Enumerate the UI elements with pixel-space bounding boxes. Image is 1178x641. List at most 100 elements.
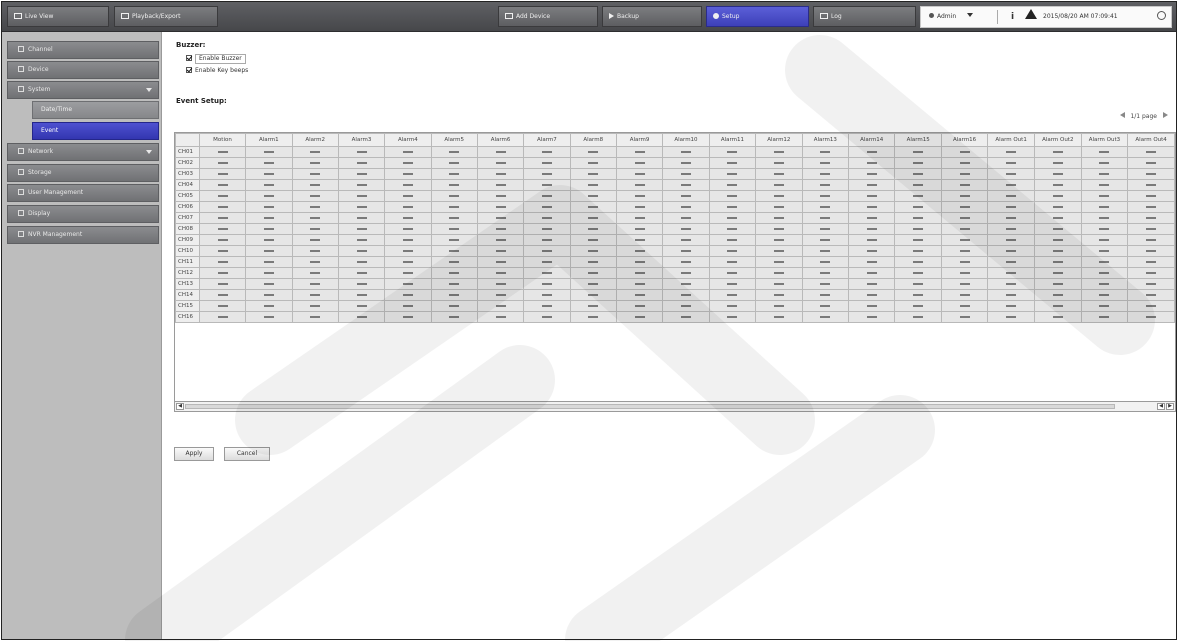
event-cell[interactable] <box>337 168 386 180</box>
event-cell[interactable] <box>755 157 803 169</box>
event-cell[interactable] <box>1033 157 1082 169</box>
event-cell[interactable] <box>198 212 247 224</box>
event-cell[interactable] <box>384 234 432 246</box>
event-cell[interactable] <box>755 256 803 268</box>
event-cell[interactable] <box>198 190 247 202</box>
event-cell[interactable] <box>662 168 710 180</box>
event-cell[interactable] <box>384 289 432 301</box>
event-cell[interactable] <box>1033 146 1082 158</box>
event-cell[interactable] <box>755 168 803 180</box>
event-cell[interactable] <box>291 245 339 257</box>
event-cell[interactable] <box>894 245 942 257</box>
event-cell[interactable] <box>291 234 339 246</box>
event-cell[interactable] <box>847 168 896 180</box>
event-cell[interactable] <box>940 168 989 180</box>
event-cell[interactable] <box>708 157 757 169</box>
event-cell[interactable] <box>1127 179 1175 191</box>
backup-button[interactable]: Backup <box>602 6 702 27</box>
event-cell[interactable] <box>198 201 247 213</box>
event-cell[interactable] <box>1127 190 1175 202</box>
event-cell[interactable] <box>894 223 942 235</box>
log-button[interactable]: Log <box>813 6 916 27</box>
event-cell[interactable] <box>940 146 989 158</box>
sidebar-subitem-event[interactable]: Event <box>32 122 159 140</box>
event-cell[interactable] <box>198 157 247 169</box>
event-cell[interactable] <box>476 234 525 246</box>
event-cell[interactable] <box>198 245 247 257</box>
event-cell[interactable] <box>1127 146 1175 158</box>
event-cell[interactable] <box>198 278 247 290</box>
event-cell[interactable] <box>476 168 525 180</box>
power-icon[interactable] <box>1157 7 1166 27</box>
event-cell[interactable] <box>1127 311 1175 323</box>
event-cell[interactable] <box>245 223 293 235</box>
event-cell[interactable] <box>894 289 942 301</box>
event-cell[interactable] <box>940 289 989 301</box>
event-cell[interactable] <box>291 289 339 301</box>
event-cell[interactable] <box>894 179 942 191</box>
sidebar-subitem-date-time[interactable]: Date/Time <box>32 101 159 119</box>
event-cell[interactable] <box>847 179 896 191</box>
event-cell[interactable] <box>523 256 571 268</box>
event-cell[interactable] <box>569 212 617 224</box>
event-cell[interactable] <box>940 245 989 257</box>
event-cell[interactable] <box>987 289 1035 301</box>
apply-button[interactable]: Apply <box>174 447 214 461</box>
event-cell[interactable] <box>384 311 432 323</box>
event-cell[interactable] <box>198 256 247 268</box>
event-cell[interactable] <box>430 201 478 213</box>
event-cell[interactable] <box>1080 311 1129 323</box>
event-cell[interactable] <box>523 300 571 312</box>
event-cell[interactable] <box>987 234 1035 246</box>
event-cell[interactable] <box>291 278 339 290</box>
sidebar-item-storage[interactable]: Storage <box>7 164 159 182</box>
event-cell[interactable] <box>430 311 478 323</box>
event-cell[interactable] <box>662 146 710 158</box>
event-cell[interactable] <box>615 289 664 301</box>
event-cell[interactable] <box>291 256 339 268</box>
event-cell[interactable] <box>291 223 339 235</box>
event-cell[interactable] <box>615 278 664 290</box>
event-cell[interactable] <box>430 234 478 246</box>
event-cell[interactable] <box>291 300 339 312</box>
event-cell[interactable] <box>291 190 339 202</box>
event-cell[interactable] <box>1033 267 1082 279</box>
event-cell[interactable] <box>940 190 989 202</box>
event-cell[interactable] <box>987 267 1035 279</box>
event-cell[interactable] <box>430 256 478 268</box>
event-cell[interactable] <box>245 168 293 180</box>
event-cell[interactable] <box>569 289 617 301</box>
event-cell[interactable] <box>801 278 850 290</box>
event-cell[interactable] <box>1033 212 1082 224</box>
event-cell[interactable] <box>569 278 617 290</box>
event-cell[interactable] <box>755 212 803 224</box>
event-cell[interactable] <box>1080 146 1129 158</box>
event-cell[interactable] <box>198 300 247 312</box>
event-cell[interactable] <box>940 311 989 323</box>
event-cell[interactable] <box>1033 223 1082 235</box>
event-cell[interactable] <box>847 267 896 279</box>
event-cell[interactable] <box>987 179 1035 191</box>
event-cell[interactable] <box>708 267 757 279</box>
event-cell[interactable] <box>1033 245 1082 257</box>
event-cell[interactable] <box>337 223 386 235</box>
event-cell[interactable] <box>1080 179 1129 191</box>
event-cell[interactable] <box>476 157 525 169</box>
event-cell[interactable] <box>755 201 803 213</box>
event-cell[interactable] <box>847 223 896 235</box>
event-cell[interactable] <box>662 256 710 268</box>
event-cell[interactable] <box>662 289 710 301</box>
event-cell[interactable] <box>291 146 339 158</box>
event-cell[interactable] <box>569 157 617 169</box>
event-cell[interactable] <box>245 245 293 257</box>
event-cell[interactable] <box>894 190 942 202</box>
cancel-button[interactable]: Cancel <box>224 447 270 461</box>
event-cell[interactable] <box>987 168 1035 180</box>
event-cell[interactable] <box>987 212 1035 224</box>
event-cell[interactable] <box>198 146 247 158</box>
event-cell[interactable] <box>245 212 293 224</box>
event-cell[interactable] <box>430 289 478 301</box>
event-cell[interactable] <box>987 256 1035 268</box>
event-cell[interactable] <box>708 289 757 301</box>
event-cell[interactable] <box>847 157 896 169</box>
